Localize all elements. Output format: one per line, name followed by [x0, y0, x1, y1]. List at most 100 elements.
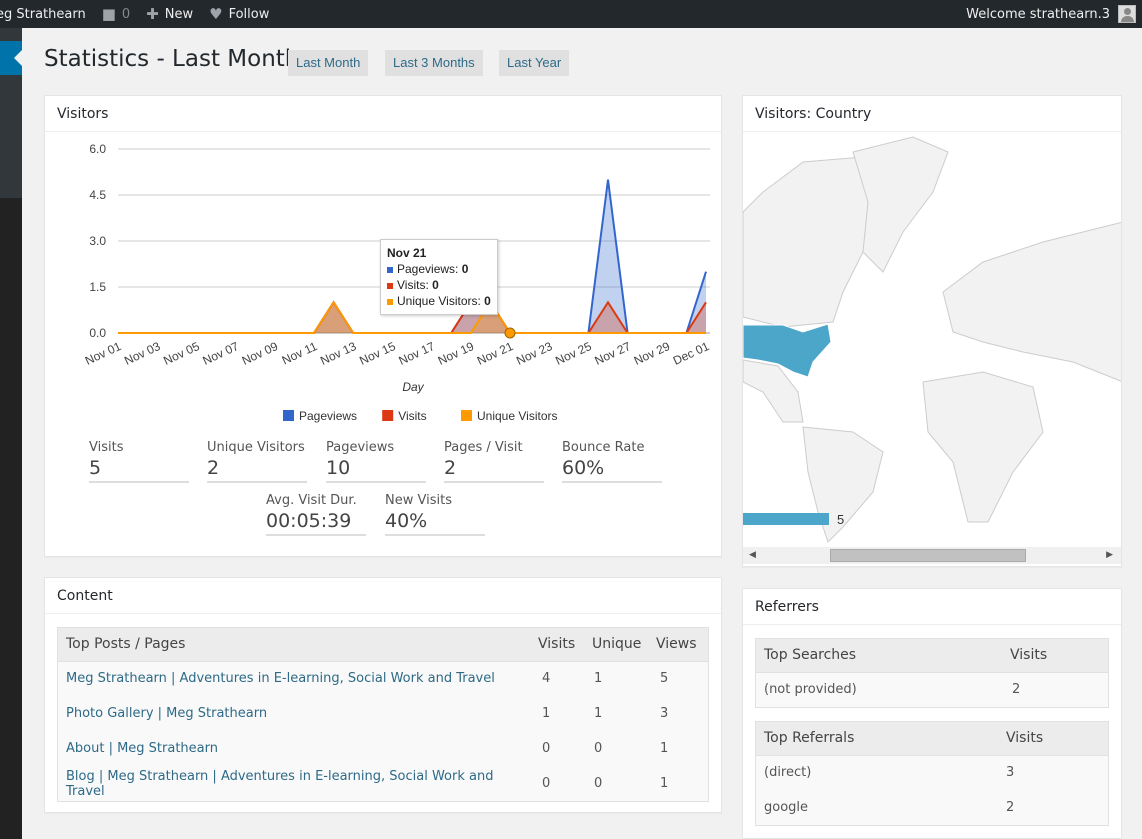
- scrollbar-thumb[interactable]: [830, 549, 1026, 562]
- x-tick-label: Nov 15: [357, 339, 398, 368]
- table-header-row: Top Posts / Pages Visits Unique Views: [58, 628, 708, 662]
- heart-icon: ♥: [209, 5, 223, 23]
- y-tick-label: 1.5: [89, 280, 106, 294]
- col-header-visits: Visits: [1002, 639, 1108, 673]
- site-name-link[interactable]: eg Strathearn: [0, 0, 94, 28]
- y-tick-label: 4.5: [89, 188, 106, 202]
- x-tick-label: Nov 11: [280, 339, 320, 368]
- page-link[interactable]: Meg Strathearn | Adventures in E-learnin…: [66, 671, 495, 686]
- col-header-visits: Visits: [998, 722, 1108, 756]
- table-row: (not provided) 2: [756, 672, 1108, 707]
- stat-label: Bounce Rate: [562, 440, 645, 455]
- chart-tooltip: Nov 21 Pageviews: 0 Visits: 0 Unique Vis…: [380, 239, 498, 315]
- world-map: 5: [743, 136, 1121, 543]
- scroll-right-icon[interactable]: ▶: [1106, 550, 1113, 560]
- country-panel: Visitors: Country 5 ◀ ▶: [742, 95, 1122, 567]
- comments-count: 0: [121, 6, 131, 22]
- new-content-button[interactable]: ✚ New: [138, 0, 201, 28]
- tooltip-label: Pageviews:: [397, 262, 462, 276]
- comments-link[interactable]: ■ 0: [94, 0, 138, 28]
- table-row: Meg Strathearn | Adventures in E-learnin…: [58, 661, 708, 696]
- col-header-referral: Top Referrals: [756, 722, 998, 756]
- x-tick-label: Nov 25: [553, 339, 594, 368]
- stat-value: 2: [207, 457, 220, 479]
- col-header-search: Top Searches: [756, 639, 1002, 673]
- country-panel-title: Visitors: Country: [743, 96, 1121, 132]
- y-tick-label: 0.0: [89, 326, 106, 340]
- tooltip-title: Nov 21: [387, 246, 427, 260]
- x-tick-label: Nov 13: [318, 339, 359, 368]
- legend-label: Pageviews: [299, 409, 357, 423]
- cell-views: 3: [660, 706, 669, 721]
- legend-swatch: [461, 410, 472, 421]
- follow-label: Follow: [228, 6, 270, 22]
- new-label: New: [164, 6, 194, 22]
- stat-bounce-rate: Bounce Rate 60%: [562, 440, 662, 483]
- account-menu[interactable]: Welcome strathearn.3: [966, 5, 1142, 23]
- tooltip-label: Visits:: [397, 278, 433, 292]
- table-row: (direct) 3: [756, 755, 1108, 790]
- stat-label: Pages / Visit: [444, 440, 523, 455]
- x-tick-label: Nov 09: [240, 339, 281, 368]
- cell-visits: 0: [542, 776, 551, 791]
- visits-swatch-icon: [387, 282, 393, 289]
- sidebar-active-item[interactable]: [0, 41, 22, 75]
- page-link[interactable]: Blog | Meg Strathearn | Adventures in E-…: [66, 769, 493, 799]
- visitors-panel: Visitors 0.0 1.5 3.0 4.5 6.0 Nov 01 Nov 03 Nov …: [44, 95, 722, 557]
- scroll-left-icon[interactable]: ◀: [749, 550, 756, 560]
- tooltip-row-visits: Visits: 0: [387, 277, 491, 293]
- content-panel-title: Content: [45, 578, 721, 614]
- page-link[interactable]: Photo Gallery | Meg Strathearn: [66, 706, 267, 721]
- stat-pageviews: Pageviews 10: [326, 440, 426, 483]
- referrers-panel: Referrers Top Searches Visits (not provi…: [742, 588, 1122, 839]
- page-link[interactable]: About | Meg Strathearn: [66, 741, 218, 756]
- admin-bar: eg Strathearn ■ 0 ✚ New ♥ Follow Welcome…: [0, 0, 1142, 28]
- map-scrollbar[interactable]: ◀ ▶: [743, 547, 1121, 564]
- x-tick-label: Nov 05: [161, 339, 202, 368]
- table-header-row: Top Searches Visits: [756, 639, 1108, 673]
- stat-value: 60%: [562, 457, 605, 479]
- table-row: google 2: [756, 790, 1108, 825]
- tooltip-value: 0: [461, 262, 469, 276]
- x-tick-label: Nov 29: [632, 339, 673, 368]
- col-header-visits: Visits: [534, 628, 586, 662]
- y-tick-label: 3.0: [89, 234, 106, 248]
- x-tick-label: Nov 01: [83, 339, 124, 368]
- follow-button[interactable]: ♥ Follow: [201, 0, 277, 28]
- visitors-panel-title: Visitors: [45, 96, 721, 132]
- range-last-month-button[interactable]: Last Month: [288, 50, 369, 76]
- x-tick-label: Nov 07: [200, 339, 241, 368]
- range-last-3-months-button[interactable]: Last 3 Months: [385, 50, 483, 76]
- table-header-row: Top Referrals Visits: [756, 722, 1108, 756]
- stat-label: New Visits: [385, 493, 452, 508]
- top-referrals-table: Top Referrals Visits (direct) 3 google 2: [755, 721, 1109, 826]
- stat-pages-per-visit: Pages / Visit 2: [444, 440, 544, 483]
- tooltip-row-pageviews: Pageviews: 0: [387, 261, 491, 277]
- legend-swatch: [382, 410, 394, 421]
- cell-referral: google: [764, 800, 809, 815]
- range-last-year-button[interactable]: Last Year: [499, 50, 570, 76]
- table-row: Blog | Meg Strathearn | Adventures in E-…: [58, 766, 708, 801]
- cell-visits: 0: [542, 741, 551, 756]
- cell-views: 1: [660, 776, 669, 791]
- map-greenland: [852, 136, 949, 273]
- col-header-unique: Unique: [586, 628, 652, 662]
- col-header-page: Top Posts / Pages: [58, 628, 534, 662]
- x-tick-label: Nov 21: [475, 339, 516, 368]
- stat-label: Pageviews: [326, 440, 395, 455]
- stat-value: 40%: [385, 510, 428, 532]
- top-searches-table: Top Searches Visits (not provided) 2: [755, 638, 1109, 708]
- stat-label: Avg. Visit Dur.: [266, 493, 357, 508]
- stat-unique-visitors: Unique Visitors 2: [207, 440, 307, 483]
- x-axis-title: Day: [402, 380, 424, 394]
- cell-visits: 2: [1012, 682, 1021, 698]
- legend-swatch: [283, 410, 294, 421]
- content-panel: Content Top Posts / Pages Visits Unique …: [44, 577, 722, 813]
- x-tick-label: Nov 03: [122, 339, 163, 368]
- legend-label: Unique Visitors: [477, 409, 557, 423]
- legend-label: Visits: [398, 409, 426, 423]
- stat-value: 2: [444, 457, 457, 479]
- stat-avg-visit-duration: Avg. Visit Dur. 00:05:39: [266, 493, 366, 536]
- table-row: About | Meg Strathearn 0 0 1: [58, 731, 708, 766]
- stat-label: Unique Visitors: [207, 440, 305, 455]
